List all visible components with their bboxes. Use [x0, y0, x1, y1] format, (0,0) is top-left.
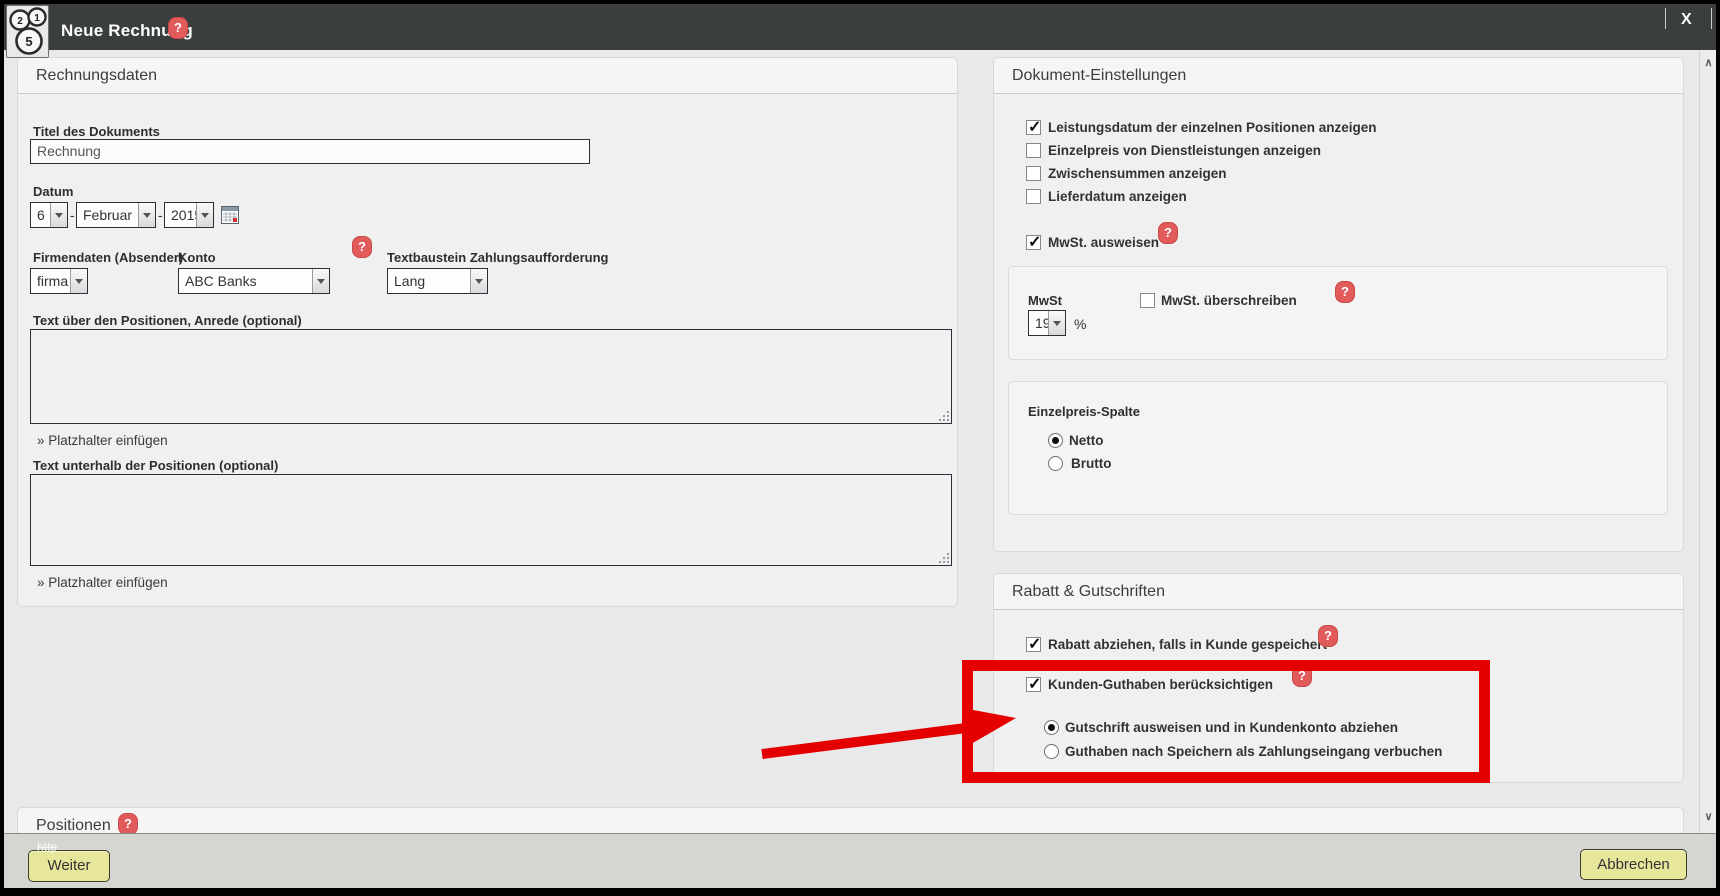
konto-label: Konto — [178, 250, 216, 265]
chevron-down-icon[interactable] — [50, 203, 67, 227]
textbaustein-select[interactable]: Lang — [387, 268, 488, 294]
mwst-ueberschreiben-checkbox[interactable] — [1140, 293, 1155, 308]
panel-rabatt-header: Rabatt & Gutschriften — [994, 574, 1683, 610]
help-icon[interactable]: ? — [1335, 281, 1355, 303]
text-unten-label: Text unterhalb der Positionen (optional) — [33, 458, 278, 473]
leistungsdatum-label: Leistungsdatum der einzelnen Positionen … — [1048, 120, 1377, 135]
app-logo: 2 1 5 — [6, 5, 49, 58]
svg-text:1: 1 — [34, 13, 40, 24]
month-select[interactable]: Februar — [76, 202, 156, 228]
logo-balls-icon: 2 1 5 — [7, 6, 50, 59]
divider — [1665, 8, 1666, 29]
weiter-button[interactable]: Weiter — [28, 850, 110, 882]
chevron-down-icon[interactable] — [70, 269, 87, 293]
percent-label: % — [1074, 316, 1086, 332]
day-select[interactable]: 6 — [30, 202, 68, 228]
help-icon[interactable]: ? — [1158, 222, 1178, 244]
title-bar: Neue Rechnung ? X — [4, 4, 1716, 50]
lieferdatum-checkbox[interactable] — [1026, 189, 1041, 204]
einzelpreis-spalte-title: Einzelpreis-Spalte — [1028, 404, 1140, 419]
year-select[interactable]: 2015 — [164, 202, 214, 228]
svg-text:5: 5 — [25, 34, 32, 49]
document-title-input[interactable]: Rechnung — [30, 139, 590, 164]
text-unten-textarea[interactable] — [30, 474, 952, 566]
date-separator: - — [70, 207, 75, 223]
chevron-down-icon[interactable] — [312, 269, 329, 293]
annotation-arrow-icon — [752, 700, 1024, 766]
svg-text:2: 2 — [17, 16, 23, 27]
panel-rechnungsdaten-title: Rechnungsdaten — [36, 67, 157, 85]
divider — [1711, 8, 1712, 29]
platzhalter-link[interactable]: » Platzhalter einfügen — [37, 575, 168, 590]
help-icon[interactable]: ? — [168, 17, 188, 39]
firmendaten-select[interactable]: firma 2 — [30, 268, 88, 294]
firmendaten-label: Firmendaten (Absender) — [33, 250, 183, 265]
text-oben-textarea[interactable] — [30, 329, 952, 424]
document-title-value: Rechnung — [37, 143, 101, 159]
rabatt-abziehen-checkbox[interactable] — [1026, 637, 1041, 652]
netto-label: Netto — [1069, 433, 1104, 448]
zwischensummen-label: Zwischensummen anzeigen — [1048, 166, 1227, 181]
resize-grip-icon[interactable] — [947, 419, 949, 421]
brutto-radio[interactable] — [1048, 456, 1063, 471]
konto-select[interactable]: ABC Banks — [178, 268, 330, 294]
help-icon[interactable]: ? — [352, 236, 372, 258]
zwischensummen-checkbox[interactable] — [1026, 166, 1041, 181]
calendar-icon[interactable] — [221, 206, 239, 224]
scroll-down-icon[interactable]: ∨ — [1702, 810, 1715, 823]
mwst-select[interactable]: 19 — [1028, 310, 1066, 336]
panel-rabatt-title: Rabatt & Gutschriften — [1012, 583, 1165, 601]
vertical-scrollbar[interactable]: ∧ ∨ — [1699, 50, 1716, 833]
lieferdatum-label: Lieferdatum anzeigen — [1048, 189, 1187, 204]
mwst-ausweisen-checkbox[interactable] — [1026, 235, 1041, 250]
footer-bar: http Weiter Abbrechen — [4, 833, 1716, 888]
netto-radio[interactable] — [1048, 433, 1063, 448]
mwst-box — [1008, 266, 1668, 360]
new-invoice-dialog: Neue Rechnung ? X 2 1 5 Rechnungsdaten T… — [0, 0, 1720, 896]
help-icon[interactable]: ? — [1318, 625, 1338, 647]
datum-label: Datum — [33, 184, 73, 199]
einzelpreis-dienstleistungen-label: Einzelpreis von Dienstleistungen anzeige… — [1048, 143, 1321, 158]
close-button[interactable]: X — [1681, 11, 1692, 29]
brutto-label: Brutto — [1071, 456, 1112, 471]
einzelpreis-spalte-box — [1008, 381, 1668, 515]
mwst-label: MwSt — [1028, 293, 1062, 308]
einzelpreis-dienstleistungen-checkbox[interactable] — [1026, 143, 1041, 158]
platzhalter-link[interactable]: » Platzhalter einfügen — [37, 433, 168, 448]
chevron-down-icon[interactable] — [1048, 311, 1065, 335]
abbrechen-button[interactable]: Abbrechen — [1580, 849, 1687, 880]
date-separator: - — [158, 207, 163, 223]
mwst-ueberschreiben-label: MwSt. überschreiben — [1161, 293, 1297, 308]
panel-dokument-einstellungen-header: Dokument-Einstellungen — [994, 58, 1683, 94]
panel-dokument-einstellungen-title: Dokument-Einstellungen — [1012, 67, 1186, 85]
annotation-highlight-rectangle — [962, 660, 1490, 783]
leistungsdatum-checkbox[interactable] — [1026, 120, 1041, 135]
chevron-down-icon[interactable] — [470, 269, 487, 293]
chevron-down-icon[interactable] — [138, 203, 155, 227]
status-artifact-text: http — [37, 840, 57, 854]
titel-des-dokuments-label: Titel des Dokuments — [33, 124, 160, 139]
scroll-up-icon[interactable]: ∧ — [1702, 56, 1715, 69]
panel-rechnungsdaten-header: Rechnungsdaten — [18, 58, 957, 94]
help-icon[interactable]: ? — [118, 813, 138, 835]
resize-grip-icon[interactable] — [947, 561, 949, 563]
mwst-ausweisen-label: MwSt. ausweisen — [1048, 235, 1159, 250]
chevron-down-icon[interactable] — [196, 203, 213, 227]
text-oben-label: Text über den Positionen, Anrede (option… — [33, 313, 302, 328]
textbaustein-label: Textbaustein Zahlungsaufforderung — [387, 250, 609, 265]
rabatt-abziehen-label: Rabatt abziehen, falls in Kunde gespeich… — [1048, 637, 1327, 652]
